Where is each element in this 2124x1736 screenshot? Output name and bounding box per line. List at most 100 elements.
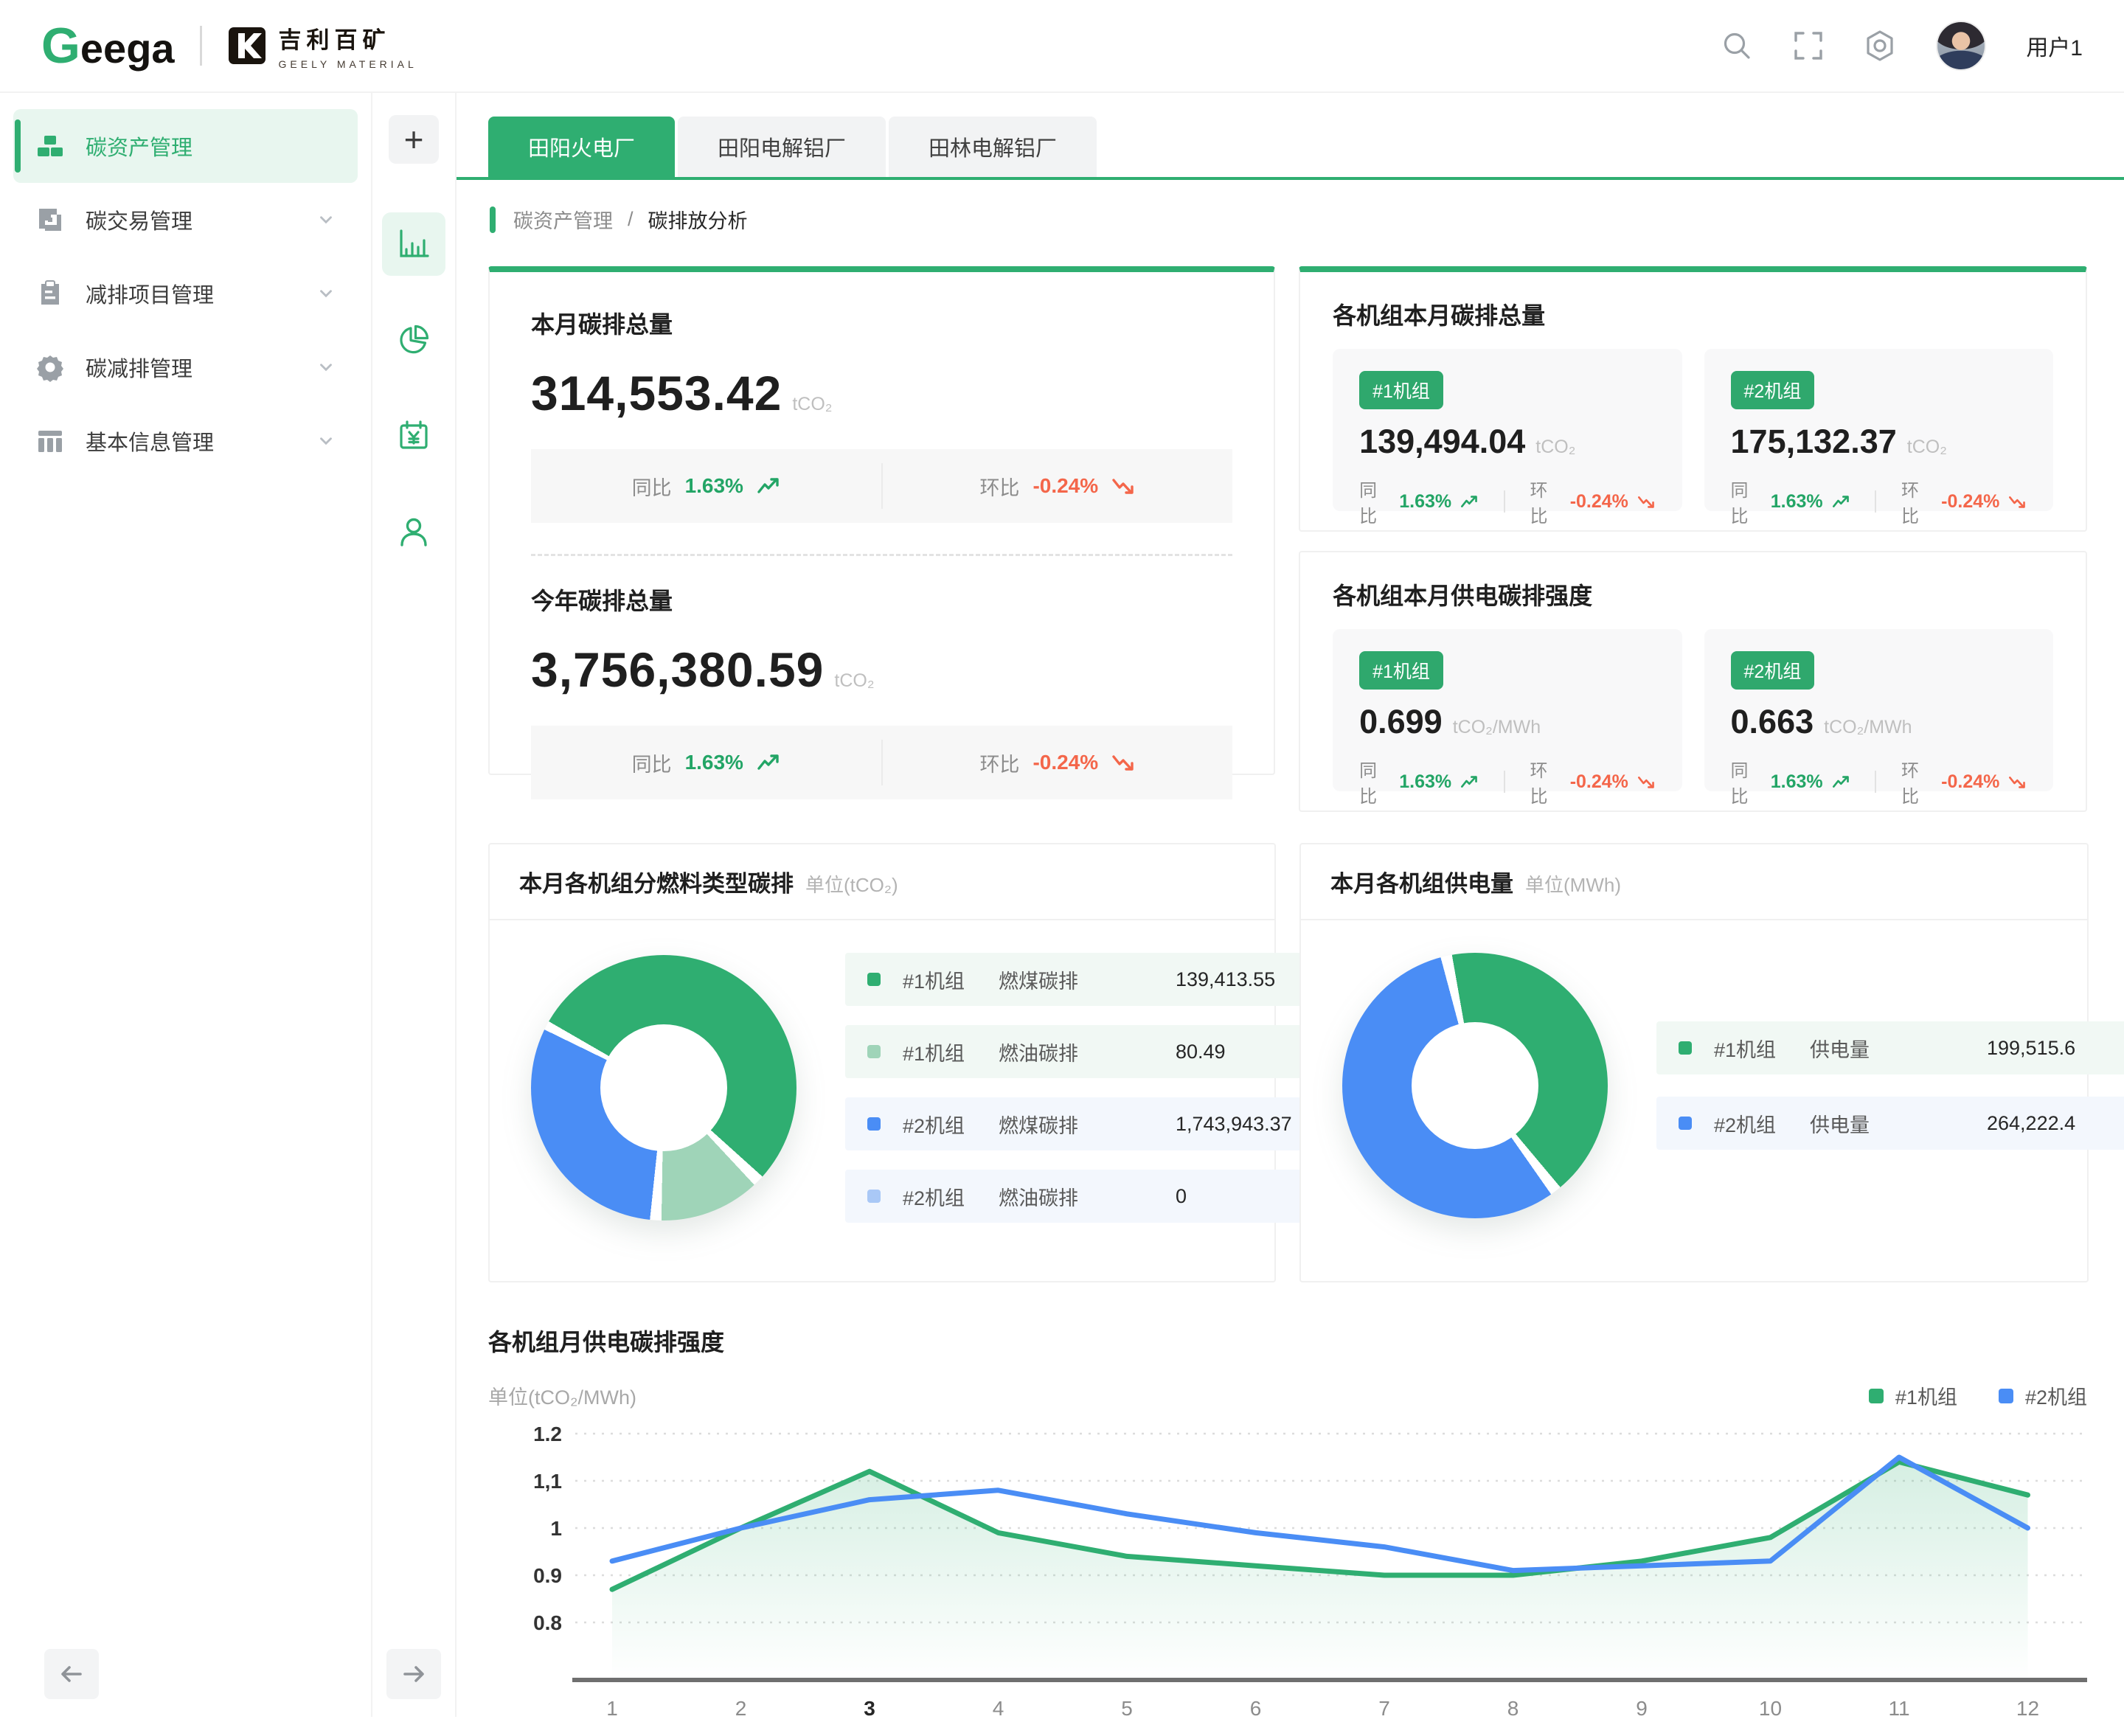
geega-g-mark: G bbox=[41, 18, 80, 74]
yoy-value: 1.63% bbox=[685, 751, 743, 774]
month-compare-strip: 同比 1.63% 环比 -0.24% bbox=[531, 449, 1232, 523]
yoy-value: 1.63% bbox=[685, 474, 743, 498]
sidebar-item-carbon-trading[interactable]: 碳交易管理 bbox=[13, 183, 358, 257]
unit1-badge: #1机组 bbox=[1359, 651, 1443, 690]
legend-metric: 供电量 bbox=[1810, 1034, 1987, 1063]
icon-rail: + bbox=[372, 93, 457, 1717]
fullscreen-icon[interactable] bbox=[1793, 30, 1824, 61]
tab-tianlin-aluminum[interactable]: 田林电解铝厂 bbox=[889, 117, 1097, 177]
trend-down-icon bbox=[2008, 774, 2027, 791]
sidebar-item-label: 碳交易管理 bbox=[86, 204, 192, 235]
breadcrumb-accent-bar bbox=[490, 206, 496, 233]
x-tick-label: 6 bbox=[1250, 1697, 1262, 1720]
chevron-down-icon bbox=[316, 210, 336, 229]
top-bar: Geega 吉利百矿 GEELY MATERIAL 用户1 bbox=[0, 0, 2124, 93]
brand-en-text: GEELY MATERIAL bbox=[279, 58, 417, 70]
yoy-cell: 同比 1.63% bbox=[531, 749, 881, 777]
unit2-intensity-subcard: #2机组 0.663tCO₂/MWh 同比1.63% 环比-0.24% bbox=[1704, 629, 2053, 791]
legend-item-unit1[interactable]: #1机组 bbox=[1869, 1381, 1957, 1410]
main-content: 田阳火电厂 田阳电解铝厂 田林电解铝厂 碳资产管理 / 碳排放分析 本月碳排总量… bbox=[457, 93, 2124, 1717]
assets-blocks-icon bbox=[35, 131, 65, 161]
settings-icon[interactable] bbox=[1864, 29, 1896, 62]
add-view-button[interactable]: + bbox=[389, 115, 439, 164]
mom-cell: 环比 -0.24% bbox=[883, 749, 1233, 777]
trend-up-icon bbox=[1832, 493, 1850, 510]
geely-material-logo: 吉利百矿 GEELY MATERIAL bbox=[227, 21, 417, 70]
yoy-cell: 同比 1.63% bbox=[531, 472, 881, 501]
legend-item-unit2[interactable]: #2机组 bbox=[1999, 1381, 2087, 1410]
legend-pct: 43% bbox=[2075, 1037, 2124, 1060]
sidebar-item-carbon-reduction[interactable]: 碳减排管理 bbox=[13, 330, 358, 404]
x-tick-label: 5 bbox=[1121, 1697, 1133, 1720]
legend-pct: 57% bbox=[2075, 1112, 2124, 1135]
year-total-unit: tCO₂ bbox=[834, 670, 874, 691]
supply-card-title: 本月各机组供电量 bbox=[1330, 865, 1513, 898]
search-icon[interactable] bbox=[1721, 29, 1753, 62]
rail-billing-calendar-icon[interactable] bbox=[382, 404, 445, 468]
trend-up-icon bbox=[757, 476, 780, 496]
legend-swatch bbox=[867, 973, 881, 986]
sidebar-item-carbon-assets[interactable]: 碳资产管理 bbox=[13, 109, 358, 183]
month-total-unit: tCO₂ bbox=[792, 394, 832, 414]
sidebar-item-basic-info[interactable]: 基本信息管理 bbox=[13, 404, 358, 478]
year-compare-strip: 同比 1.63% 环比 -0.24% bbox=[531, 726, 1232, 799]
fuel-card-unit: 单位(tCO₂) bbox=[805, 870, 898, 897]
breadcrumb: 碳资产管理 / 碳排放分析 bbox=[490, 205, 2087, 234]
unit-emission-title: 各机组本月碳排总量 bbox=[1333, 297, 2053, 331]
sidebar-item-label: 碳减排管理 bbox=[86, 352, 192, 383]
mom-cell: 环比 -0.24% bbox=[883, 472, 1233, 501]
legend-unit: #2机组 bbox=[903, 1182, 999, 1211]
legend-value: 139,413.55 bbox=[1176, 968, 1292, 991]
rail-bar-chart-icon[interactable] bbox=[382, 212, 445, 276]
columns-icon bbox=[35, 426, 65, 456]
legend-unit: #1机组 bbox=[1714, 1034, 1810, 1063]
y-tick-label: 0.8 bbox=[533, 1611, 562, 1634]
rail-user-icon[interactable] bbox=[382, 500, 445, 563]
chevron-down-icon bbox=[316, 284, 336, 303]
sidebar: 碳资产管理 碳交易管理 减排项目管理 碳减排管理 基本信息管理 bbox=[0, 93, 372, 1717]
tab-tianyang-aluminum[interactable]: 田阳电解铝厂 bbox=[678, 117, 886, 177]
chevron-down-icon bbox=[316, 431, 336, 451]
unit1-intensity-value: 0.699tCO₂/MWh bbox=[1359, 703, 1655, 741]
stat-divider bbox=[1875, 490, 1876, 513]
stat-divider bbox=[1504, 771, 1505, 793]
breadcrumb-current: 碳排放分析 bbox=[648, 205, 748, 234]
legend-unit: #2机组 bbox=[1714, 1109, 1810, 1138]
stat-divider bbox=[1875, 771, 1876, 793]
supply-donut-chart bbox=[1342, 953, 1608, 1218]
unit1-emission-subcard: #1机组 139,494.04tCO₂ 同比1.63% 环比-0.24% bbox=[1333, 349, 1682, 511]
username[interactable]: 用户1 bbox=[2026, 29, 2083, 62]
sidebar-item-label: 减排项目管理 bbox=[86, 278, 214, 309]
mom-label: 环比 bbox=[979, 472, 1019, 501]
unit-intensity-card: 各机组本月供电碳排强度 #1机组 0.699tCO₂/MWh 同比1.63% 环… bbox=[1299, 551, 2087, 812]
legend-swatch bbox=[867, 1045, 881, 1058]
tab-tianyang-thermal[interactable]: 田阳火电厂 bbox=[488, 117, 675, 177]
chevron-down-icon bbox=[316, 358, 336, 377]
arrow-right-icon bbox=[400, 1661, 427, 1687]
yoy-label: 同比 bbox=[632, 749, 672, 777]
trend-up-icon bbox=[1460, 774, 1479, 791]
x-tick-label: 10 bbox=[1759, 1697, 1782, 1720]
rail-pie-chart-icon[interactable] bbox=[382, 308, 445, 372]
power-supply-card: 本月各机组供电量 单位(MWh) #1机组 供电量 199,515.6 43% … bbox=[1299, 843, 2089, 1282]
unit2-emission-stats: 同比1.63% 环比-0.24% bbox=[1731, 476, 2027, 527]
plant-tabs: 田阳火电厂 田阳电解铝厂 田林电解铝厂 bbox=[488, 117, 2087, 177]
collapse-sidebar-button[interactable] bbox=[44, 1649, 99, 1699]
breadcrumb-parent[interactable]: 碳资产管理 bbox=[513, 205, 613, 234]
emission-summary-card: 本月碳排总量 314,553.42tCO₂ 同比 1.63% 环比 -0.24%… bbox=[488, 266, 1275, 775]
x-tick-label: 7 bbox=[1378, 1697, 1390, 1720]
avatar[interactable] bbox=[1936, 21, 1986, 71]
unit2-emission-value: 175,132.37tCO₂ bbox=[1731, 423, 2027, 461]
geely-material-mark-icon bbox=[227, 26, 267, 66]
x-tick-label: 2 bbox=[735, 1697, 747, 1720]
unit-emission-card: 各机组本月碳排总量 #1机组 139,494.04tCO₂ 同比1.63% 环比… bbox=[1299, 266, 2087, 532]
sidebar-item-reduction-projects[interactable]: 减排项目管理 bbox=[13, 257, 358, 330]
expand-panel-button[interactable] bbox=[386, 1649, 441, 1699]
unit1-emission-value: 139,494.04tCO₂ bbox=[1359, 423, 1655, 461]
legend-unit: #1机组 bbox=[903, 1038, 999, 1066]
trade-frame-icon bbox=[35, 205, 65, 235]
stat-divider bbox=[1504, 490, 1505, 513]
unit2-intensity-value: 0.663tCO₂/MWh bbox=[1731, 703, 2027, 741]
y-tick-label: 1 bbox=[550, 1517, 562, 1540]
brand-logo: Geega 吉利百矿 GEELY MATERIAL bbox=[41, 17, 417, 74]
